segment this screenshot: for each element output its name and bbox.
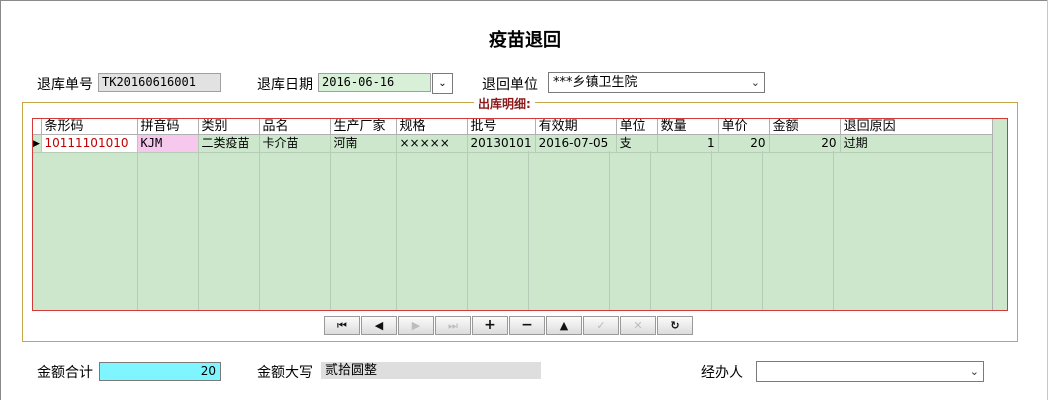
refresh-icon: ↻ (670, 319, 680, 332)
edit-record-button[interactable]: ▲ (546, 316, 582, 335)
capital-amount-label: 金额大写 (257, 365, 313, 381)
return-reason-cell[interactable]: 过期 (840, 134, 1001, 153)
current-row-indicator: ▶ (33, 134, 42, 153)
cancel-record-button[interactable]: ✕ (620, 316, 656, 335)
detail-grid[interactable]: 条形码 拼音码 类别 品名 生产厂家 规格 批号 有效期 单位 数量 单价 金额… (32, 118, 1008, 311)
column-header[interactable]: 条形码 (41, 119, 138, 135)
plus-icon: + (484, 317, 496, 333)
prior-record-button[interactable]: ◀ (361, 316, 397, 335)
barcode-cell[interactable]: 10111101010 (41, 134, 138, 153)
return-date-field[interactable]: 2016-06-16 (318, 73, 431, 92)
grid-header-row: 条形码 拼音码 类别 品名 生产厂家 规格 批号 有效期 单位 数量 单价 金额… (33, 119, 1001, 135)
page-title: 疫苗退回 (489, 30, 561, 51)
quantity-cell[interactable]: 1 (657, 134, 719, 153)
handler-label: 经办人 (701, 365, 743, 381)
next-record-button[interactable]: ▶ (398, 316, 434, 335)
detail-table: 条形码 拼音码 类别 品名 生产厂家 规格 批号 有效期 单位 数量 单价 金额… (33, 119, 1001, 153)
return-no-field[interactable]: TK20160616001 (98, 73, 221, 92)
column-header[interactable]: 数量 (657, 119, 719, 135)
chevron-down-icon: ⌄ (438, 78, 447, 89)
product-name-cell[interactable]: 卡介苗 (259, 134, 331, 153)
table-row[interactable]: ▶ 10111101010 KJM 二类疫苗 卡介苗 河南 ××××× 2013… (33, 134, 1001, 153)
column-header[interactable]: 退回原因 (840, 119, 1001, 135)
first-record-button[interactable]: ⏮ (324, 316, 360, 335)
delete-record-button[interactable]: − (509, 316, 545, 335)
expiry-cell[interactable]: 2016-07-05 (535, 134, 617, 153)
next-icon: ▶ (411, 319, 421, 332)
last-icon: ⏭ (448, 319, 458, 332)
post-record-button[interactable]: ✓ (583, 316, 619, 335)
first-icon: ⏮ (337, 319, 347, 332)
check-icon: ✓ (596, 319, 606, 332)
pinyin-cell[interactable]: KJM (137, 134, 199, 153)
unit-cell[interactable]: 支 (616, 134, 658, 153)
prior-icon: ◀ (374, 319, 384, 332)
column-header[interactable]: 单价 (718, 119, 770, 135)
column-header[interactable]: 类别 (198, 119, 260, 135)
return-no-label: 退库单号 (37, 77, 93, 93)
detail-group-title: 出库明细: (474, 95, 535, 112)
grid-vertical-scrollbar[interactable] (992, 119, 1007, 310)
chevron-down-icon: ⌄ (969, 365, 979, 378)
chevron-down-icon: ⌄ (750, 76, 760, 89)
column-header[interactable]: 有效期 (535, 119, 617, 135)
category-cell[interactable]: 二类疫苗 (198, 134, 260, 153)
total-label: 金额合计 (37, 365, 93, 381)
date-dropdown-button[interactable]: ⌄ (432, 73, 453, 94)
row-indicator-header (33, 119, 42, 135)
triangle-right-icon: ▶ (33, 139, 40, 149)
column-header[interactable]: 规格 (396, 119, 468, 135)
close-icon: ✕ (633, 319, 643, 332)
unit-price-cell[interactable]: 20 (718, 134, 770, 153)
return-unit-select[interactable]: ***乡镇卫生院 ⌄ (548, 72, 765, 93)
column-header[interactable]: 拼音码 (137, 119, 199, 135)
spec-cell[interactable]: ××××× (396, 134, 468, 153)
last-record-button[interactable]: ⏭ (435, 316, 471, 335)
insert-record-button[interactable]: + (472, 316, 508, 335)
capital-amount-field[interactable]: 贰拾圆整 (321, 362, 541, 379)
refresh-record-button[interactable]: ↻ (657, 316, 693, 335)
batch-no-cell[interactable]: 20130101 (467, 134, 536, 153)
column-header[interactable]: 批号 (467, 119, 536, 135)
column-header[interactable]: 金额 (769, 119, 841, 135)
return-date-label: 退库日期 (257, 77, 313, 93)
return-unit-label: 退回单位 (482, 77, 538, 93)
minus-icon: − (521, 317, 533, 333)
column-header[interactable]: 品名 (259, 119, 331, 135)
total-amount-field[interactable]: 20 (99, 362, 221, 381)
column-header[interactable]: 生产厂家 (330, 119, 397, 135)
amount-cell[interactable]: 20 (769, 134, 841, 153)
column-header[interactable]: 单位 (616, 119, 658, 135)
return-unit-value: ***乡镇卫生院 (553, 75, 638, 90)
handler-select[interactable]: ⌄ (756, 361, 984, 382)
triangle-up-icon: ▲ (559, 319, 569, 332)
manufacturer-cell[interactable]: 河南 (330, 134, 397, 153)
